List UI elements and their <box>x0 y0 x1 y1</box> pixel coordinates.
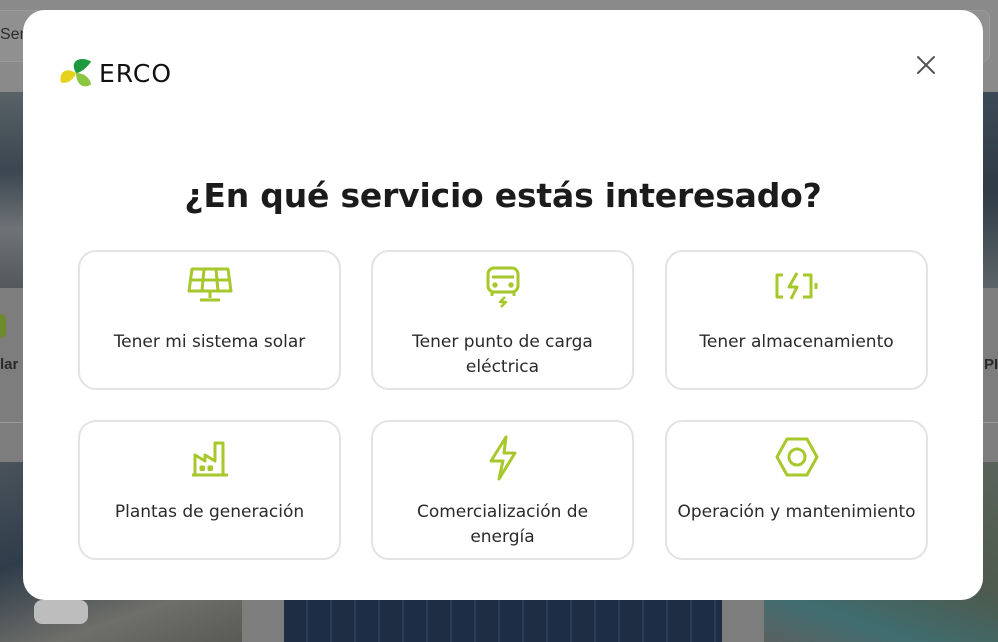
service-modal: ERCO ¿En qué servicio estás interesado? … <box>23 10 983 600</box>
close-button[interactable] <box>911 50 941 80</box>
logo-text: ERCO <box>99 58 173 88</box>
erco-leaf-icon <box>57 54 95 92</box>
option-label: Tener mi sistema solar <box>113 332 306 352</box>
erco-logo[interactable]: ERCO <box>57 54 172 92</box>
bg-card-label-right: PI <box>984 356 998 373</box>
bg-car <box>34 600 88 624</box>
battery-charging-icon <box>667 265 926 307</box>
option-generation-plants[interactable]: Plantas de generación <box>78 420 341 560</box>
bg-photo-right <box>982 92 998 288</box>
factory-icon <box>80 435 339 477</box>
option-energy-trading[interactable]: Comercialización de energía <box>371 420 634 560</box>
bg-photo-left <box>0 92 24 288</box>
hex-nut-icon <box>667 435 926 477</box>
ev-charger-icon <box>373 265 632 308</box>
modal-title: ¿En qué servicio estás interesado? <box>184 176 822 215</box>
option-label: Plantas de generación <box>114 502 305 522</box>
bg-green-badge <box>0 314 6 338</box>
bg-card-label-left: lar <box>0 356 19 373</box>
lightning-icon <box>373 435 632 481</box>
option-solar-system[interactable]: Tener mi sistema solar <box>78 250 341 390</box>
option-label: Tener almacenamiento <box>699 332 894 352</box>
option-label: Tener punto de carga eléctrica <box>412 332 593 377</box>
bg-photo-bottom-middle <box>284 598 722 642</box>
option-label: Operación y mantenimiento <box>677 502 916 522</box>
option-operation-maintenance[interactable]: Operación y mantenimiento <box>665 420 928 560</box>
solar-panel-icon <box>80 265 339 307</box>
option-storage[interactable]: Tener almacenamiento <box>665 250 928 390</box>
option-label: Comercialización de energía <box>416 502 589 547</box>
option-ev-charging[interactable]: Tener punto de carga eléctrica <box>371 250 634 390</box>
close-icon <box>916 55 936 75</box>
